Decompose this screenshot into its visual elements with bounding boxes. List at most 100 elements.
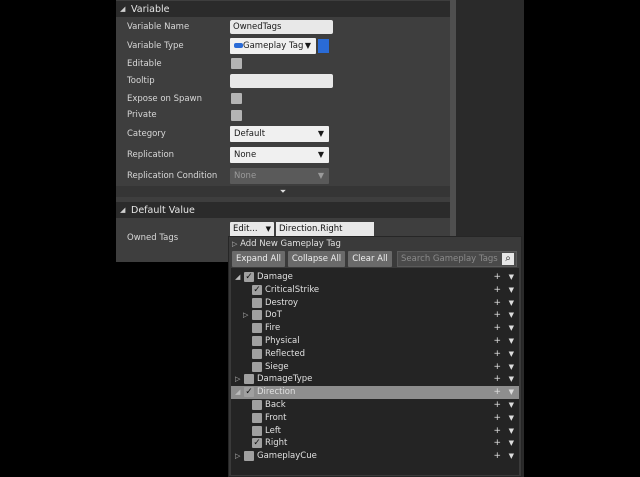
tag-checkbox[interactable]: ✓	[244, 272, 254, 282]
tag-options-icon[interactable]: ▼	[509, 348, 514, 361]
tag-label: Left	[265, 425, 281, 436]
variable-type-combo[interactable]: Gameplay Tag ▼	[230, 38, 316, 54]
tag-checkbox[interactable]	[252, 348, 262, 359]
expand-triangle-icon: ▷	[232, 240, 238, 248]
add-new-tag-row[interactable]: ▷ Add New Gameplay Tag	[232, 238, 341, 250]
add-subtag-icon[interactable]: +	[493, 309, 501, 322]
tag-options-icon[interactable]: ▼	[509, 386, 514, 399]
collapse-triangle-icon[interactable]: ◢	[235, 271, 240, 284]
tag-row[interactable]: Front + ▼	[231, 412, 519, 425]
tag-checkbox[interactable]	[252, 361, 262, 372]
tag-label: Right	[265, 438, 288, 449]
tag-checkbox[interactable]	[252, 400, 262, 410]
add-subtag-icon[interactable]: +	[493, 386, 501, 399]
add-subtag-icon[interactable]: +	[493, 437, 501, 450]
tag-checkbox[interactable]: ✓	[252, 284, 262, 295]
tag-row[interactable]: ✓ Right + ▼	[231, 437, 519, 450]
tag-options-icon[interactable]: ▼	[509, 271, 514, 284]
tag-options-icon[interactable]: ▼	[509, 437, 514, 450]
tag-options-icon[interactable]: ▼	[509, 297, 514, 310]
add-subtag-icon[interactable]: +	[493, 322, 501, 335]
variable-section-header[interactable]: ◢ Variable	[116, 1, 450, 17]
tag-row[interactable]: Physical + ▼	[231, 335, 519, 348]
add-subtag-icon[interactable]: +	[493, 335, 501, 348]
tag-checkbox[interactable]	[244, 451, 254, 462]
variable-type-value: Gameplay Tag	[243, 41, 304, 51]
tag-row[interactable]: ✓ CriticalStrike + ▼	[231, 284, 519, 297]
container-type-button[interactable]	[318, 39, 329, 53]
add-subtag-icon[interactable]: +	[493, 361, 501, 374]
clear-all-button[interactable]: Clear All	[348, 251, 392, 267]
tag-row[interactable]: ▷ DamageType + ▼	[231, 373, 519, 386]
replication-condition-combo[interactable]: None ▼	[230, 168, 329, 184]
tag-row[interactable]: Siege + ▼	[231, 361, 519, 374]
tag-options-icon[interactable]: ▼	[509, 425, 514, 438]
tag-checkbox[interactable]	[252, 297, 262, 308]
owned-tags-label: Owned Tags	[127, 233, 179, 243]
default-value-section-header[interactable]: ◢ Default Value	[116, 202, 450, 218]
tag-search-box[interactable]: Search Gameplay Tags ⌕	[397, 251, 517, 267]
add-subtag-icon[interactable]: +	[493, 399, 501, 412]
add-subtag-icon[interactable]: +	[493, 271, 501, 284]
add-subtag-icon[interactable]: +	[493, 297, 501, 310]
tag-row[interactable]: ▷ DoT + ▼	[231, 309, 519, 322]
edit-tags-button[interactable]: Edit... ▼	[230, 222, 274, 237]
tag-checkbox[interactable]	[252, 323, 262, 334]
tag-options-icon[interactable]: ▼	[509, 309, 514, 322]
scrollbar[interactable]	[450, 0, 456, 240]
category-value: Default	[234, 129, 266, 139]
add-subtag-icon[interactable]: +	[493, 373, 501, 386]
tag-checkbox[interactable]	[252, 310, 262, 321]
type-pin-icon	[234, 43, 243, 48]
category-combo[interactable]: Default ▼	[230, 126, 329, 142]
private-checkbox[interactable]	[231, 110, 242, 121]
tag-row[interactable]: ◢ ✓ Direction + ▼	[231, 386, 519, 400]
advanced-expander[interactable]: ⏷	[116, 186, 450, 197]
tag-row[interactable]: Back + ▼	[231, 399, 519, 412]
tag-checkbox[interactable]: ✓	[252, 438, 262, 449]
editable-checkbox[interactable]	[231, 58, 242, 69]
tag-options-icon[interactable]: ▼	[509, 399, 514, 412]
collapse-triangle-icon[interactable]: ◢	[235, 386, 240, 399]
expand-all-button[interactable]: Expand All	[232, 251, 285, 267]
tag-options-icon[interactable]: ▼	[509, 335, 514, 348]
tag-row[interactable]: Fire + ▼	[231, 322, 519, 335]
tag-options-icon[interactable]: ▼	[509, 361, 514, 374]
tag-options-icon[interactable]: ▼	[509, 412, 514, 425]
add-subtag-icon[interactable]: +	[493, 284, 501, 297]
expand-triangle-icon[interactable]: ▷	[235, 450, 240, 463]
tag-checkbox[interactable]	[252, 425, 262, 436]
expose-on-spawn-checkbox[interactable]	[231, 93, 242, 104]
collapse-all-button[interactable]: Collapse All	[288, 251, 345, 267]
tag-row[interactable]: Left + ▼	[231, 425, 519, 438]
add-subtag-icon[interactable]: +	[493, 450, 501, 463]
tag-options-icon[interactable]: ▼	[509, 284, 514, 297]
tag-options-icon[interactable]: ▼	[509, 450, 514, 463]
dropdown-arrow-icon: ▼	[304, 41, 311, 50]
tag-label: Destroy	[265, 297, 299, 308]
add-subtag-icon[interactable]: +	[493, 425, 501, 438]
tag-row[interactable]: Reflected + ▼	[231, 348, 519, 361]
dropdown-arrow-icon: ▼	[265, 225, 271, 233]
tag-row[interactable]: ◢ ✓ Damage + ▼	[231, 271, 519, 284]
variable-type-label: Variable Type	[127, 41, 184, 51]
current-tag-display: Direction.Right	[276, 222, 374, 237]
tag-row[interactable]: Destroy + ▼	[231, 297, 519, 310]
replication-combo[interactable]: None ▼	[230, 147, 329, 163]
tag-row[interactable]: ▷ GameplayCue + ▼	[231, 450, 519, 463]
tag-options-icon[interactable]: ▼	[509, 322, 514, 335]
tag-checkbox[interactable]	[252, 412, 262, 423]
expand-triangle-icon[interactable]: ▷	[235, 373, 240, 386]
expand-triangle-icon[interactable]: ▷	[243, 309, 248, 322]
add-subtag-icon[interactable]: +	[493, 412, 501, 425]
tooltip-input[interactable]	[230, 74, 333, 88]
add-subtag-icon[interactable]: +	[493, 348, 501, 361]
search-icon[interactable]: ⌕	[502, 253, 514, 265]
replication-value: None	[234, 150, 257, 160]
tag-checkbox[interactable]: ✓	[244, 387, 254, 398]
tag-checkbox[interactable]	[244, 374, 254, 385]
tag-options-icon[interactable]: ▼	[509, 373, 514, 386]
tag-checkbox[interactable]	[252, 336, 262, 346]
expose-on-spawn-label: Expose on Spawn	[127, 94, 202, 104]
variable-name-input[interactable]: OwnedTags	[230, 20, 333, 34]
